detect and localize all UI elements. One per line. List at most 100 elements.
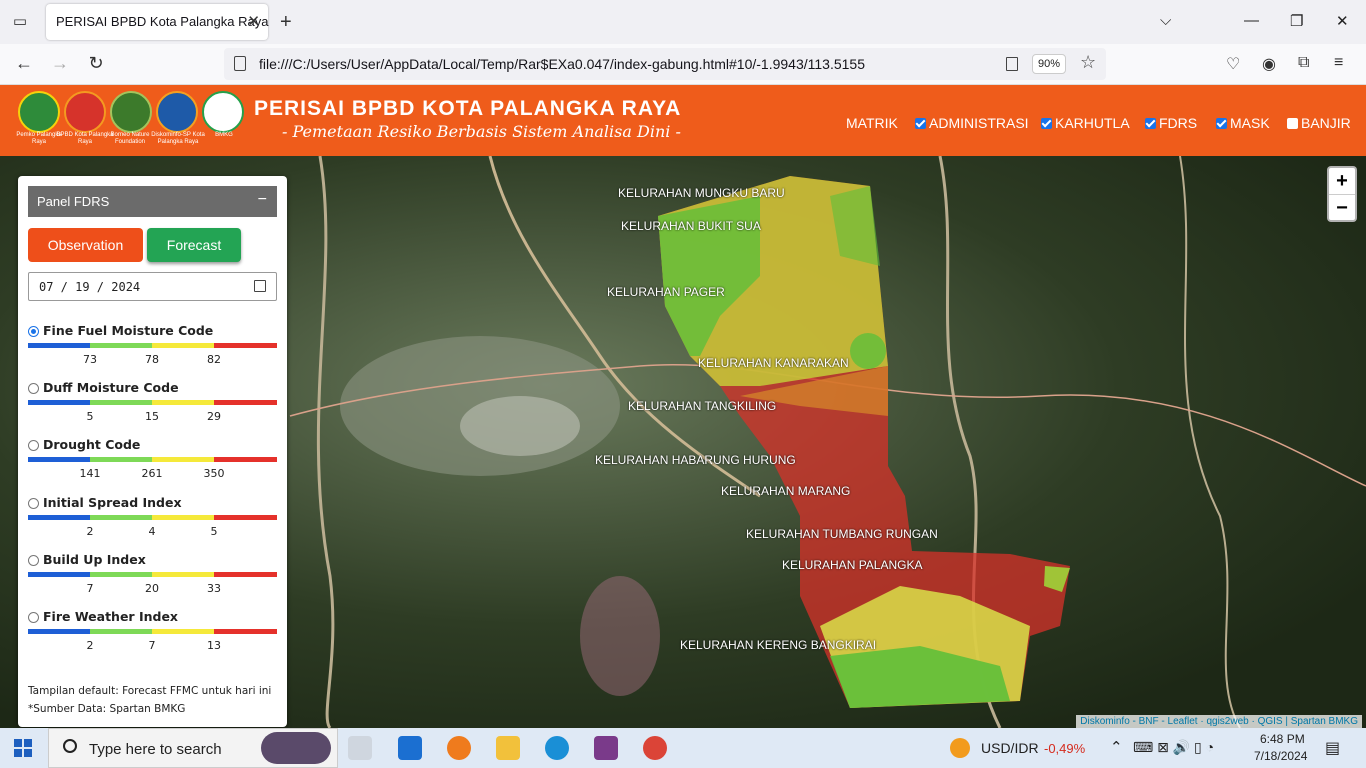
radio-button[interactable] <box>28 440 39 451</box>
index-option[interactable]: Initial Spread Index 2 4 5 <box>28 495 277 545</box>
color-scale <box>28 457 277 462</box>
radio-button[interactable] <box>28 498 39 509</box>
close-window-icon[interactable]: ✕ <box>1336 12 1349 30</box>
checkbox[interactable] <box>1041 118 1052 129</box>
menu-label: ADMINISTRASI <box>929 115 1029 131</box>
search-placeholder: Type here to search <box>89 741 222 758</box>
index-option[interactable]: Drought Code 141 261 350 <box>28 437 277 487</box>
color-scale <box>28 629 277 634</box>
map-label: KELURAHAN BUKIT SUA <box>621 219 761 233</box>
site-subtitle: - Pemetaan Resiko Berbasis Sistem Analis… <box>282 122 681 141</box>
edge-icon[interactable] <box>545 736 569 760</box>
risk-zone-low[interactable] <box>850 333 886 369</box>
checkbox[interactable] <box>915 118 926 129</box>
bnf-logo <box>110 91 152 133</box>
fdrs-panel: Panel FDRS − Observation Forecast 07 / 1… <box>18 176 287 727</box>
menu-karhutla[interactable]: KARHUTLA <box>1041 115 1130 131</box>
index-option[interactable]: Build Up Index 7 20 33 <box>28 552 277 602</box>
back-icon[interactable]: ← <box>12 53 36 74</box>
windows-start-icon[interactable] <box>14 739 32 757</box>
zoom-out-button[interactable]: − <box>1329 194 1355 220</box>
reload-icon[interactable]: ↻ <box>84 53 108 74</box>
map-label: KELURAHAN HABARUNG HURUNG <box>595 453 796 467</box>
panel-source: *Sumber Data: Spartan BMKG <box>28 703 186 715</box>
currency-widget-icon[interactable] <box>950 738 970 758</box>
urban-area <box>460 396 580 456</box>
menu-administrasi[interactable]: ADMINISTRASI <box>915 115 1029 131</box>
index-option[interactable]: Duff Moisture Code 5 15 29 <box>28 380 277 430</box>
winrar-icon[interactable] <box>594 736 618 760</box>
menu-banjir[interactable]: BANJIR <box>1287 115 1351 131</box>
site-title: PERISAI BPBD KOTA PALANGKA RAYA <box>254 97 682 120</box>
menu-icon[interactable]: ≡ <box>1334 54 1343 72</box>
map-attribution[interactable]: Diskominfo - BNF - Leaflet · qgis2web · … <box>1076 715 1362 728</box>
minimize-icon[interactable]: — <box>1244 12 1259 29</box>
scale-tick: 350 <box>203 467 225 480</box>
list-all-tabs-icon[interactable]: ⌵ <box>1160 12 1171 29</box>
radio-button[interactable] <box>28 612 39 623</box>
menu-fdrs[interactable]: FDRS <box>1145 115 1197 131</box>
collapse-icon[interactable]: − <box>258 191 267 209</box>
scale-tick: 5 <box>86 410 94 423</box>
notification-icon[interactable]: ▤ <box>1325 738 1340 758</box>
firefox-icon[interactable] <box>447 736 471 760</box>
extensions-icon[interactable]: ⧉ <box>1298 54 1309 72</box>
date-input[interactable]: 07 / 19 / 2024 <box>28 272 277 301</box>
index-label: Fire Weather Index <box>43 609 178 624</box>
bookmark-star-icon[interactable]: ☆ <box>1080 52 1096 73</box>
scale-tick: 7 <box>86 582 94 595</box>
mail-icon[interactable] <box>398 736 422 760</box>
map-label: KELURAHAN MARANG <box>721 484 851 498</box>
new-tab-icon[interactable]: + <box>280 10 292 34</box>
radio-button[interactable] <box>28 326 39 337</box>
index-option[interactable]: Fine Fuel Moisture Code 73 78 82 <box>28 323 277 373</box>
currency-change: -0,49% <box>1044 741 1086 756</box>
task-view-icon[interactable] <box>348 736 372 760</box>
menu-matrik[interactable]: MATRIK <box>846 115 898 131</box>
browser-nav-bar: ← → ↻ file:///C:/Users/User/AppData/Loca… <box>0 44 1366 85</box>
forecast-button[interactable]: Forecast <box>147 228 241 262</box>
zoom-level-badge[interactable]: 90% <box>1032 54 1066 74</box>
observation-button[interactable]: Observation <box>28 228 143 262</box>
search-highlight-image <box>261 732 331 764</box>
file-explorer-icon[interactable] <box>496 736 520 760</box>
scale-tick: 33 <box>207 582 221 595</box>
tab-title: PERISAI BPBD Kota Palangka Raya <box>56 14 269 29</box>
tab-list-icon[interactable]: ▭ <box>8 10 32 34</box>
chrome-icon[interactable] <box>643 736 667 760</box>
color-scale <box>28 572 277 577</box>
checkbox[interactable] <box>1287 118 1298 129</box>
scale-tick: 78 <box>145 353 159 366</box>
tray-icons[interactable]: ⌨ ⊠ 🔊 ▯ ◔ <box>1133 739 1214 756</box>
index-option[interactable]: Fire Weather Index 2 7 13 <box>28 609 277 659</box>
forward-icon[interactable]: → <box>48 53 72 74</box>
restore-icon[interactable]: ❐ <box>1290 12 1303 30</box>
url-bar[interactable]: file:///C:/Users/User/AppData/Local/Temp… <box>224 48 1106 80</box>
menu-label: BANJIR <box>1301 115 1351 131</box>
reader-view-icon[interactable] <box>1006 57 1018 71</box>
clock-date[interactable]: 7/18/2024 <box>1254 749 1307 763</box>
account-icon[interactable]: ◉ <box>1262 54 1276 74</box>
calendar-icon[interactable] <box>254 280 266 292</box>
url-text[interactable]: file:///C:/Users/User/AppData/Local/Temp… <box>259 56 865 72</box>
pocket-icon[interactable]: ♡ <box>1226 54 1240 74</box>
radio-button[interactable] <box>28 383 39 394</box>
tab-close-icon[interactable]: ✕ <box>247 12 260 30</box>
menu-label: MASK <box>1230 115 1270 131</box>
index-label: Duff Moisture Code <box>43 380 179 395</box>
map-label: KELURAHAN KANARAKAN <box>698 356 849 370</box>
radio-button[interactable] <box>28 555 39 566</box>
scale-tick: 7 <box>148 639 156 652</box>
checkbox[interactable] <box>1145 118 1156 129</box>
currency-pair[interactable]: USD/IDR <box>981 740 1039 756</box>
browser-tab[interactable]: PERISAI BPBD Kota Palangka Raya ✕ <box>46 4 268 40</box>
windows-taskbar: Type here to search USD/IDR -0,49% ⌃ ⌨ ⊠… <box>0 728 1366 768</box>
checkbox[interactable] <box>1216 118 1227 129</box>
zoom-in-button[interactable]: + <box>1329 168 1355 194</box>
menu-label: KARHUTLA <box>1055 115 1130 131</box>
menu-mask[interactable]: MASK <box>1216 115 1270 131</box>
taskbar-search[interactable]: Type here to search <box>48 728 338 768</box>
logo-caption: BMKG <box>215 132 233 138</box>
clock-time[interactable]: 6:48 PM <box>1260 732 1305 746</box>
tray-chevron-icon[interactable]: ⌃ <box>1110 738 1123 756</box>
